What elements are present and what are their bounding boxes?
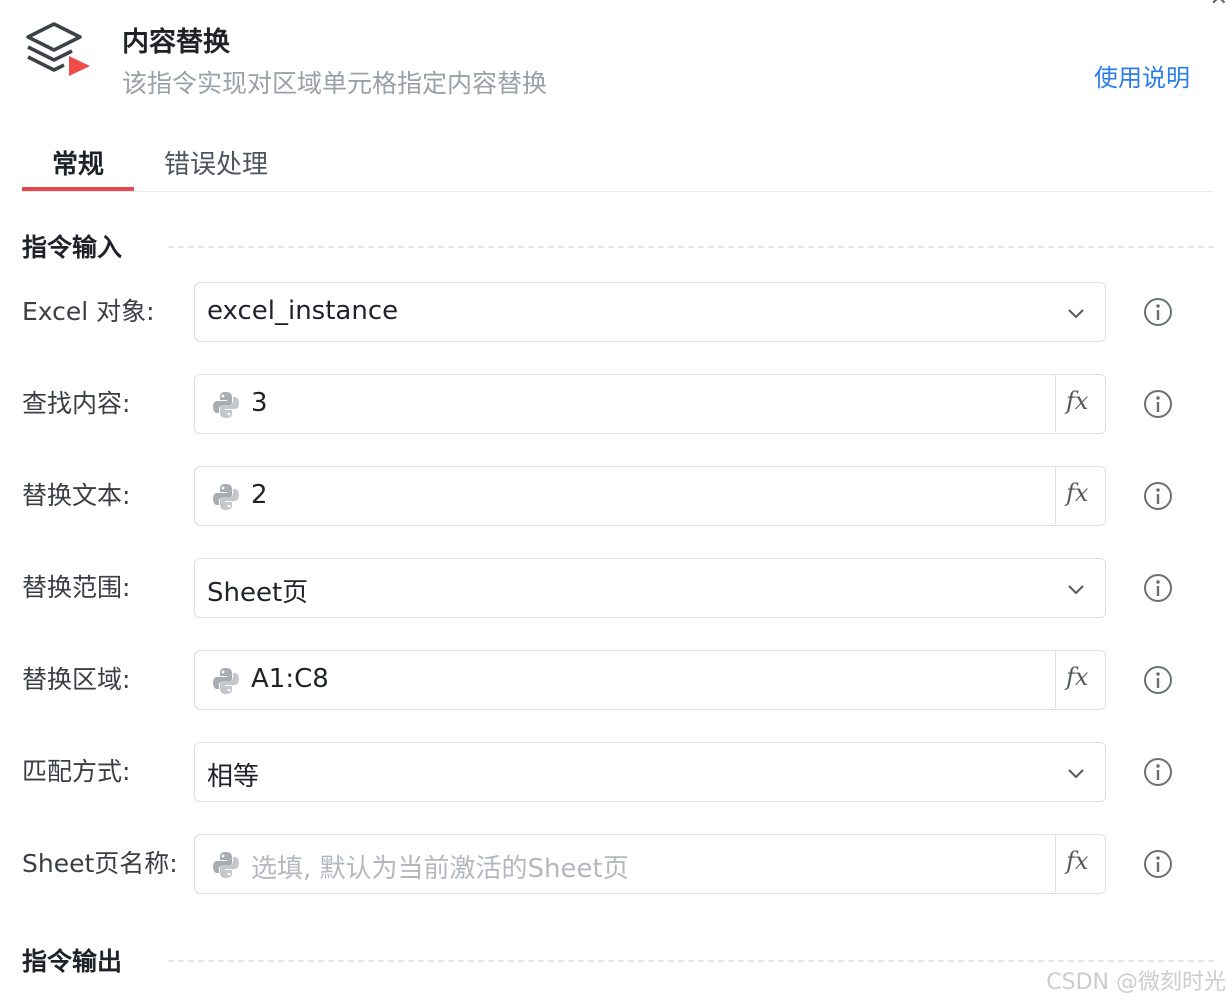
section-input-title: 指令输入	[22, 228, 133, 264]
info-icon[interactable]	[1142, 572, 1174, 604]
section-output: 指令输出	[22, 942, 1214, 982]
fx-icon: fx	[1066, 663, 1089, 691]
tab-general[interactable]: 常规	[52, 144, 104, 181]
input-value: A1:C8	[251, 664, 329, 694]
field-label: Excel 对象:	[22, 297, 155, 326]
find-content-input[interactable]: 3 fx	[194, 374, 1106, 434]
fx-icon: fx	[1066, 479, 1089, 507]
fx-button[interactable]: fx	[1055, 467, 1105, 524]
chevron-down-icon[interactable]	[1065, 762, 1087, 784]
form-row-replace-scope: 替换范围: Sheet页	[22, 558, 1202, 618]
field-label: 替换范围:	[22, 573, 131, 602]
replace-range-input[interactable]: A1:C8 fx	[194, 650, 1106, 710]
python-icon	[213, 668, 239, 694]
watermark: CSDN @微刻时光	[1046, 970, 1226, 995]
section-divider	[168, 246, 1214, 248]
fx-button[interactable]: fx	[1055, 375, 1105, 432]
section-input: 指令输入	[22, 228, 1214, 268]
input-value: 2	[251, 480, 268, 510]
tab-bar: 常规 错误处理	[22, 132, 1214, 192]
section-output-title: 指令输出	[22, 942, 133, 978]
excel-object-select[interactable]: excel_instance	[194, 282, 1106, 342]
info-icon[interactable]	[1142, 388, 1174, 420]
chevron-down-icon[interactable]	[1065, 302, 1087, 324]
replace-scope-select[interactable]: Sheet页	[194, 558, 1106, 618]
field-label: 替换文本:	[22, 481, 131, 510]
form-row-find-content: 查找内容: 3 fx	[22, 374, 1202, 434]
info-icon[interactable]	[1142, 664, 1174, 696]
sheet-name-input[interactable]: 选填, 默认为当前激活的Sheet页 fx	[194, 834, 1106, 894]
select-value: Sheet页	[207, 578, 309, 608]
match-mode-select[interactable]: 相等	[194, 742, 1106, 802]
select-value: excel_instance	[207, 296, 399, 326]
active-tab-indicator	[22, 187, 134, 191]
field-label: 查找内容:	[22, 389, 131, 418]
info-icon[interactable]	[1142, 756, 1174, 788]
replace-text-input[interactable]: 2 fx	[194, 466, 1106, 526]
python-icon	[213, 392, 239, 418]
form-row-replace-text: 替换文本: 2 fx	[22, 466, 1202, 526]
fx-icon: fx	[1066, 847, 1089, 875]
select-value: 相等	[207, 762, 260, 792]
tab-error-handling[interactable]: 错误处理	[164, 144, 268, 181]
section-divider	[168, 960, 1214, 962]
layers-play-icon	[26, 22, 90, 76]
chevron-down-icon[interactable]	[1065, 578, 1087, 600]
help-link[interactable]: 使用说明	[1094, 58, 1190, 93]
input-placeholder: 选填, 默认为当前激活的Sheet页	[251, 854, 629, 884]
form-row-excel-object: Excel 对象: excel_instance	[22, 282, 1202, 342]
field-label: 替换区域:	[22, 665, 131, 694]
fx-button[interactable]: fx	[1055, 651, 1105, 708]
python-icon	[213, 852, 239, 878]
info-icon[interactable]	[1142, 296, 1174, 328]
form-row-match-mode: 匹配方式: 相等	[22, 742, 1202, 802]
field-label: Sheet页名称:	[22, 849, 178, 878]
close-icon[interactable]: ✕	[1210, 0, 1228, 11]
fx-icon: fx	[1066, 387, 1089, 415]
dialog-title: 内容替换	[122, 27, 230, 58]
form-row-sheet-name: Sheet页名称: 选填, 默认为当前激活的Sheet页 fx	[22, 834, 1202, 894]
fx-button[interactable]: fx	[1055, 835, 1105, 892]
dialog-header: 内容替换 该指令实现对区域单元格指定内容替换 使用说明 ✕	[0, 0, 1232, 110]
dialog-subtitle: 该指令实现对区域单元格指定内容替换	[122, 69, 548, 98]
form-row-replace-range: 替换区域: A1:C8 fx	[22, 650, 1202, 710]
field-label: 匹配方式:	[22, 757, 131, 786]
input-value: 3	[251, 388, 268, 418]
info-icon[interactable]	[1142, 848, 1174, 880]
python-icon	[213, 484, 239, 510]
info-icon[interactable]	[1142, 480, 1174, 512]
